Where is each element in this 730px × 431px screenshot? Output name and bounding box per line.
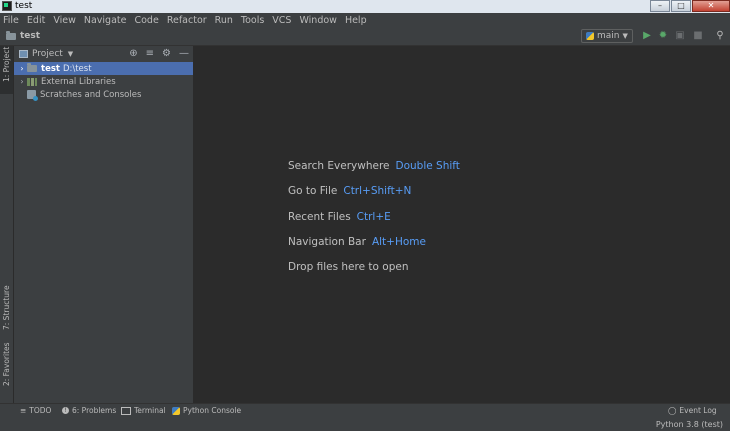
hint-text: Drop files here to open [288, 261, 409, 274]
hint-shortcut: Double Shift [395, 160, 460, 172]
debug-icon[interactable]: ✹ [657, 30, 669, 42]
python-console-label: Python Console [183, 406, 242, 415]
python-icon [172, 406, 180, 415]
menu-window[interactable]: Window [295, 13, 340, 28]
hint-search-everywhere: Search Everywhere Double Shift [288, 159, 460, 184]
title-bar: test – □ ✕ [0, 0, 730, 13]
terminal-label: Terminal [134, 406, 166, 415]
run-icon[interactable]: ▶ [641, 30, 653, 42]
chevron-down-icon: ▼ [622, 32, 628, 40]
chevron-right-icon[interactable]: › [17, 77, 27, 86]
python-console-button[interactable]: Python Console [172, 406, 241, 415]
search-icon[interactable]: ⚲ [714, 30, 726, 42]
terminal-icon [121, 406, 131, 415]
menu-help[interactable]: Help [341, 13, 371, 28]
python-icon [586, 32, 594, 40]
tree-item-label: External Libraries [41, 76, 116, 87]
hint-shortcut: Alt+Home [371, 235, 426, 248]
folder-icon [6, 30, 16, 40]
gear-icon[interactable]: ⚙ [162, 48, 171, 59]
run-configuration-select[interactable]: main ▼ [581, 29, 633, 43]
event-log-icon: ◯ [668, 406, 677, 415]
menu-view[interactable]: View [49, 13, 80, 28]
tree-item-label: Scratches and Consoles [40, 89, 142, 100]
menu-bar: File Edit View Navigate Code Refactor Ru… [0, 13, 730, 28]
folder-icon [27, 63, 37, 72]
hint-text: Go to File [288, 185, 338, 198]
hint-navigation-bar: Navigation Bar Alt+Home [288, 235, 460, 260]
project-view-title[interactable]: Project [32, 49, 63, 59]
pycharm-icon [2, 1, 12, 11]
tree-item-label: test [41, 63, 60, 74]
todo-label: TODO [29, 406, 52, 415]
hint-drop-files: Drop files here to open [288, 260, 460, 285]
tab-structure-label: 7: Structure [2, 285, 11, 330]
stop-icon[interactable]: ■ [692, 30, 704, 42]
scratches-icon [27, 90, 38, 101]
hint-text: Navigation Bar [288, 235, 366, 248]
warning-icon: ! [62, 407, 69, 414]
problems-label: 6: Problems [72, 406, 117, 415]
window-controls: – □ ✕ [649, 0, 730, 13]
chevron-right-icon[interactable]: › [17, 64, 27, 73]
tab-structure[interactable]: 7: Structure [0, 285, 13, 340]
tree-item-scratches[interactable]: Scratches and Consoles [14, 88, 193, 101]
breadcrumb[interactable]: test [6, 30, 41, 41]
hint-shortcut: Ctrl+E [356, 210, 391, 223]
project-view-icon [19, 50, 28, 58]
libraries-icon [27, 77, 37, 86]
todo-button[interactable]: ≡ TODO [20, 406, 51, 415]
window-title: test [15, 1, 33, 11]
tab-project-label: 1: Project [2, 46, 11, 82]
chevron-down-icon[interactable]: ▼ [68, 50, 73, 58]
event-log-button[interactable]: ◯ Event Log [668, 406, 717, 415]
menu-code[interactable]: Code [130, 13, 162, 28]
hide-icon[interactable]: — [179, 48, 189, 59]
maximize-button[interactable]: □ [671, 0, 691, 12]
event-log-label: Event Log [679, 406, 717, 415]
menu-tools[interactable]: Tools [237, 13, 268, 28]
project-panel-header: Project ▼ ⊕ ≡ ⚙ — [14, 46, 193, 62]
menu-vcs[interactable]: VCS [268, 13, 295, 28]
hint-recent-files: Recent Files Ctrl+E [288, 210, 460, 235]
tree-item-test[interactable]: › test D:\test [14, 62, 193, 75]
menu-navigate[interactable]: Navigate [80, 13, 131, 28]
menu-edit[interactable]: Edit [23, 13, 49, 28]
close-button[interactable]: ✕ [692, 0, 730, 12]
hint-go-to-file: Go to File Ctrl+Shift+N [288, 184, 460, 209]
locate-icon[interactable]: ⊕ [129, 48, 137, 59]
menu-refactor[interactable]: Refactor [163, 13, 211, 28]
editor-empty-hints: Search Everywhere Double Shift Go to File… [288, 159, 460, 285]
tab-favorites-label: 2: Favorites [2, 342, 11, 386]
run-configuration-name: main [597, 31, 620, 41]
project-panel: Project ▼ ⊕ ≡ ⚙ — › test D:\test › Exter… [14, 46, 194, 403]
hint-shortcut: Ctrl+Shift+N [343, 185, 412, 198]
collapse-all-icon[interactable]: ≡ [146, 48, 154, 59]
problems-button[interactable]: ! 6: Problems [62, 406, 116, 415]
menu-file[interactable]: File [0, 13, 23, 28]
list-icon: ≡ [20, 406, 27, 415]
interpreter-status[interactable]: Python 3.8 (test) [656, 419, 723, 431]
navigation-bar: test main ▼ ▶ ✹ ▣ ■ ⚲ [0, 28, 730, 46]
editor-area[interactable]: Search Everywhere Double Shift Go to File… [194, 46, 730, 403]
tool-window-bar: ≡ TODO ! 6: Problems Terminal Python Con… [0, 403, 730, 419]
menu-run[interactable]: Run [211, 13, 237, 28]
hint-text: Recent Files [288, 210, 351, 223]
tab-project[interactable]: 1: Project [0, 46, 13, 94]
coverage-icon[interactable]: ▣ [674, 30, 686, 42]
minimize-button[interactable]: – [650, 0, 670, 12]
tree-item-path: D:\test [62, 63, 92, 74]
hint-text: Search Everywhere [288, 160, 390, 172]
terminal-button[interactable]: Terminal [121, 406, 166, 415]
tree-item-external-libraries[interactable]: › External Libraries [14, 75, 193, 88]
breadcrumb-project: test [20, 31, 41, 41]
tab-favorites[interactable]: 2: Favorites [0, 342, 13, 400]
status-bar: Python 3.8 (test) [0, 419, 730, 431]
left-tool-strip: 1: Project 7: Structure 2: Favorites [0, 46, 14, 403]
